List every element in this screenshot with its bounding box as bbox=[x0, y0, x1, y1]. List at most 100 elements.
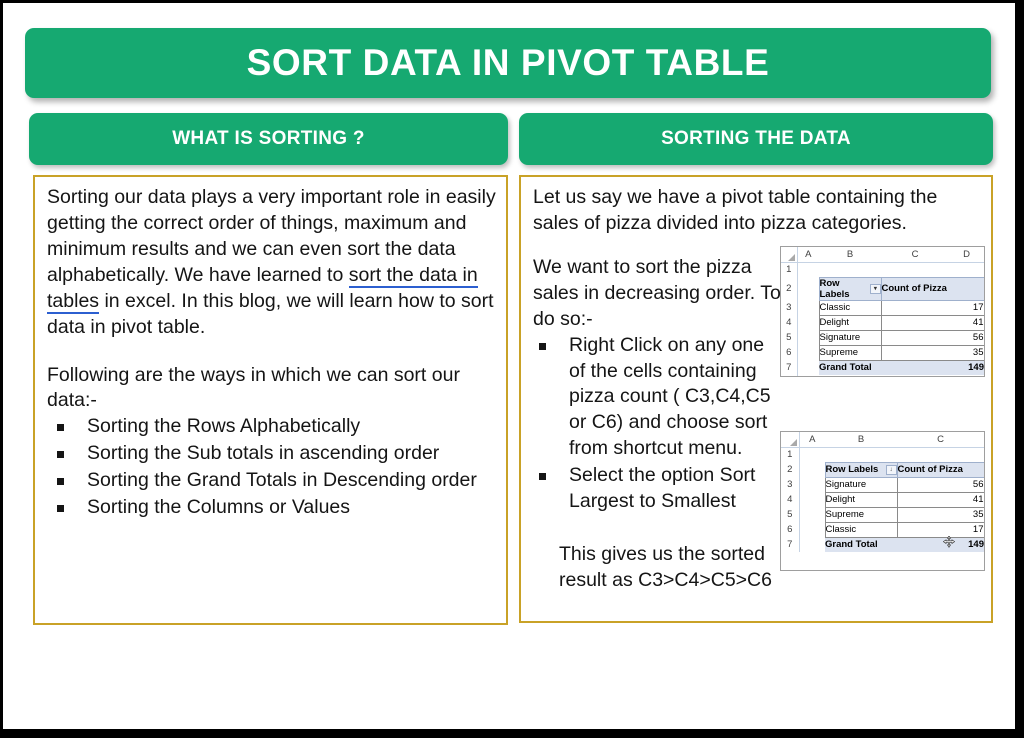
list-item: Sorting the Sub totals in ascending orde… bbox=[47, 441, 496, 467]
cell-a5[interactable] bbox=[799, 507, 825, 522]
row-header-7[interactable]: 7 bbox=[781, 537, 800, 552]
cell-a8[interactable] bbox=[797, 375, 819, 376]
pivot-label-cell[interactable]: Supreme bbox=[818, 344, 882, 361]
cell-a7[interactable] bbox=[799, 537, 825, 552]
column-header-c[interactable]: C bbox=[881, 247, 949, 263]
pivot-row-labels-header[interactable]: Row Labels ▾ bbox=[818, 276, 882, 301]
pivot-label-cell[interactable]: Signature bbox=[818, 329, 882, 346]
cell-a6[interactable] bbox=[799, 522, 825, 537]
row-header-5[interactable]: 5 bbox=[781, 330, 798, 345]
excel-column-header-row: A B C bbox=[781, 432, 984, 448]
cell-a3[interactable] bbox=[797, 300, 819, 315]
cell-b8[interactable] bbox=[819, 375, 881, 376]
pivot-value-cell[interactable]: 35 bbox=[880, 344, 984, 361]
row-header-6[interactable]: 6 bbox=[781, 345, 798, 360]
cell-b1[interactable] bbox=[825, 447, 897, 462]
pivot-value-header[interactable]: Count of Pizza bbox=[896, 461, 984, 478]
cell-d1[interactable] bbox=[949, 262, 984, 277]
pivot-value-cell[interactable]: 41 bbox=[896, 491, 984, 508]
row-header-3[interactable]: 3 bbox=[781, 477, 800, 492]
pivot-label-cell[interactable]: Delight bbox=[824, 491, 898, 508]
sorted-filter-dropdown-icon[interactable]: ↓ bbox=[885, 464, 897, 475]
table-row: 4 Delight 41 bbox=[781, 314, 984, 331]
table-row: 7 Grand Total 149 bbox=[781, 537, 984, 552]
right-paragraph-2: We want to sort the pizza sales in decre… bbox=[533, 255, 781, 330]
left-content-panel: Sorting our data plays a very important … bbox=[33, 175, 508, 625]
column-header-a[interactable]: A bbox=[799, 432, 825, 448]
cell-a5[interactable] bbox=[797, 330, 819, 345]
left-bullet-list: Sorting the Rows Alphabetically Sorting … bbox=[47, 414, 496, 521]
cell-a4[interactable] bbox=[797, 315, 819, 330]
cell-a3[interactable] bbox=[799, 477, 825, 492]
left-paragraph-2: Following are the ways in which we can s… bbox=[47, 363, 460, 412]
pivot-label-cell[interactable]: Delight bbox=[818, 314, 882, 331]
cell-c8[interactable] bbox=[881, 375, 949, 376]
select-all-corner[interactable] bbox=[781, 247, 798, 263]
table-row: 2 Row Labels ▾ Count of Pizza bbox=[781, 276, 984, 301]
cell-c1[interactable] bbox=[881, 262, 949, 277]
column-header-a[interactable]: A bbox=[797, 247, 819, 263]
cell-a7[interactable] bbox=[797, 360, 819, 375]
table-row: 1 bbox=[781, 447, 984, 462]
table-row: 6 Supreme 35 bbox=[781, 344, 984, 361]
grand-total-label[interactable]: Grand Total bbox=[819, 360, 881, 375]
cell-a6[interactable] bbox=[797, 345, 819, 360]
pivot-label-cell[interactable]: Classic bbox=[824, 521, 898, 538]
row-header-2[interactable]: 2 bbox=[781, 277, 798, 300]
row-header-3[interactable]: 3 bbox=[781, 300, 798, 315]
row-header-8[interactable]: 8 bbox=[781, 375, 798, 376]
right-paragraph-1: Let us say we have a pivot table contain… bbox=[533, 186, 938, 234]
grand-total-value[interactable]: 149 bbox=[897, 537, 984, 552]
filter-dropdown-icon[interactable]: ▾ bbox=[870, 283, 881, 294]
section-header-right-label: SORTING THE DATA bbox=[661, 128, 851, 149]
table-row: 6 Classic 17 bbox=[781, 521, 984, 538]
pivot-value-cell[interactable]: 35 bbox=[896, 506, 984, 523]
pivot-label-cell[interactable]: Signature bbox=[824, 476, 898, 493]
row-header-6[interactable]: 6 bbox=[781, 522, 800, 537]
row-header-5[interactable]: 5 bbox=[781, 507, 800, 522]
cell-a1[interactable] bbox=[797, 262, 819, 277]
section-header-sorting-the-data: SORTING THE DATA bbox=[519, 113, 993, 165]
grand-total-value[interactable]: 149 bbox=[881, 360, 984, 375]
pivot-row-labels-header[interactable]: Row Labels ↓ bbox=[824, 461, 898, 478]
section-header-left-label: WHAT IS SORTING ? bbox=[172, 128, 365, 149]
footer: EXCEL Unlocked www.excelunlocked.com Let… bbox=[3, 643, 1018, 723]
excel-grid-before: A B C D 1 2 Row Labels ▾ Count of Pizza … bbox=[781, 247, 984, 376]
bullet-label: Sorting the Rows Alphabetically bbox=[87, 415, 361, 438]
table-row: 4 Delight 41 bbox=[781, 491, 984, 508]
row-header-1[interactable]: 1 bbox=[781, 447, 800, 462]
left-spacer bbox=[47, 341, 496, 363]
pivot-value-cell[interactable]: 56 bbox=[896, 476, 984, 493]
cell-c1[interactable] bbox=[897, 447, 984, 462]
pivot-value-cell[interactable]: 17 bbox=[896, 521, 984, 538]
cell-d8[interactable] bbox=[949, 375, 984, 376]
pivot-label-cell[interactable]: Classic bbox=[818, 299, 882, 316]
table-row: 5 Supreme 35 bbox=[781, 506, 984, 523]
select-all-corner[interactable] bbox=[781, 432, 800, 448]
row-header-7[interactable]: 7 bbox=[781, 360, 798, 375]
pivot-value-cell[interactable]: 17 bbox=[880, 299, 984, 316]
pivot-value-cell[interactable]: 41 bbox=[880, 314, 984, 331]
grand-total-label[interactable]: Grand Total bbox=[825, 537, 897, 552]
pivot-value-cell[interactable]: 56 bbox=[880, 329, 984, 346]
excel-screenshot-before-sort: A B C D 1 2 Row Labels ▾ Count of Pizza … bbox=[780, 246, 985, 377]
row-header-4[interactable]: 4 bbox=[781, 315, 798, 330]
excel-grid-after: A B C 1 2 Row Labels ↓ Count of Pizza 3 … bbox=[781, 432, 984, 552]
column-header-b[interactable]: B bbox=[825, 432, 897, 448]
row-header-1[interactable]: 1 bbox=[781, 262, 798, 277]
cell-a1[interactable] bbox=[799, 447, 825, 462]
row-header-2[interactable]: 2 bbox=[781, 462, 800, 477]
pivot-label-cell[interactable]: Supreme bbox=[824, 506, 898, 523]
cell-b1[interactable] bbox=[819, 262, 881, 277]
pivot-value-header[interactable]: Count of Pizza bbox=[880, 276, 984, 301]
cell-a4[interactable] bbox=[799, 492, 825, 507]
column-header-b[interactable]: B bbox=[819, 247, 881, 263]
excel-column-header-row: A B C D bbox=[781, 247, 984, 263]
column-header-c[interactable]: C bbox=[897, 432, 984, 448]
bullet-label: Right Click on any one of the cells cont… bbox=[569, 333, 771, 460]
column-header-d[interactable]: D bbox=[949, 247, 984, 263]
pivot-row-labels-text: Row Labels bbox=[819, 277, 850, 300]
cell-a2[interactable] bbox=[799, 462, 825, 477]
cell-a2[interactable] bbox=[797, 277, 819, 300]
row-header-4[interactable]: 4 bbox=[781, 492, 800, 507]
